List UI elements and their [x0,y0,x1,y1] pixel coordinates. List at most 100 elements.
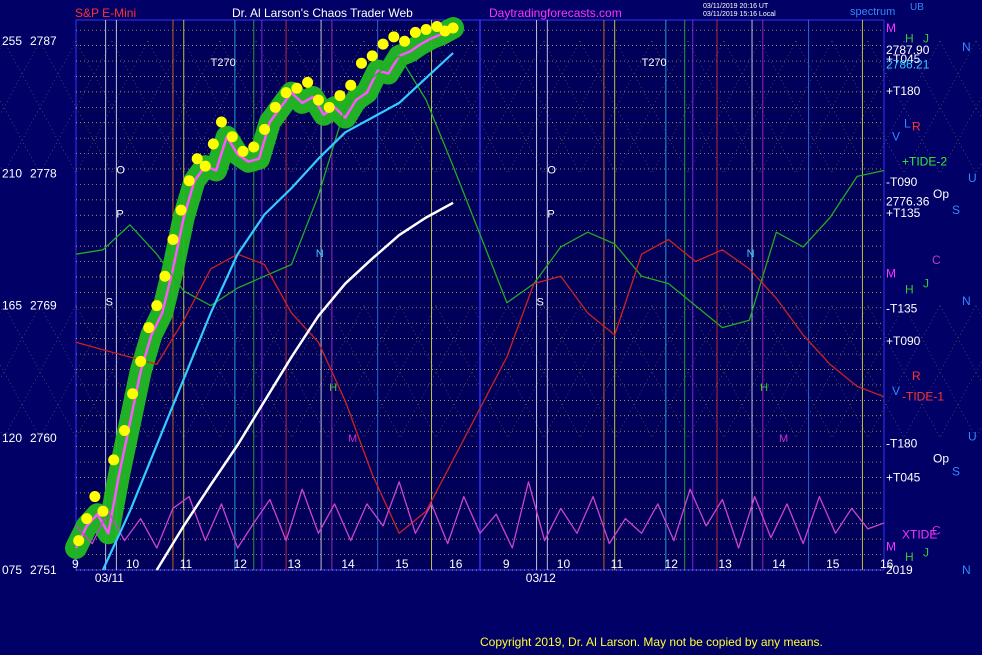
price-dot [334,90,346,102]
x-tick-hour: 14 [341,557,355,571]
grid-diagonal [0,41,5,50]
price-dot [312,94,324,106]
right-label: S [952,465,960,479]
price-dot [291,82,303,94]
chart-title: Dr. Al Larson's Chaos Trader Web [232,6,413,20]
price-dot [377,38,389,50]
chart-marker: S [537,297,544,309]
x-tick-hour: 10 [126,557,140,571]
right-label: +T045 [886,470,921,484]
chart-marker: O [116,164,125,176]
brand-corner: UB [910,2,924,13]
right-label: N [962,563,971,577]
price-dot [248,141,260,153]
right-label: Op [933,187,949,201]
x-day-label: 03/11 [95,571,124,585]
price-dot [183,175,195,187]
x-tick-hour: 10 [557,557,571,571]
chart-marker: P [116,208,123,220]
chart-window: 255 2787 210 2778 165 2769 120 2760 075 2751 9 10 11… [0,0,982,650]
price-dot [89,491,101,503]
right-label: -TIDE-1 [902,390,944,404]
right-label: -T135 [886,302,918,316]
price-dot [388,31,400,43]
right-label: J [923,277,929,291]
right-label: +TIDE-2 [902,155,947,169]
x-tick-hour: 15 [826,557,840,571]
price-dot [345,79,357,91]
right-label: L [904,116,911,130]
price-dot [226,131,238,143]
timestamp-local: 03/11/2019 15:16 Local [703,11,776,18]
price-dot [108,454,120,466]
price-dot [215,116,227,128]
right-label: Op [933,451,949,465]
grid-diagonal [939,305,982,384]
price-dot [127,388,139,400]
price-dot [167,234,179,246]
price-dot [259,123,271,135]
right-label: -T180 [886,437,918,451]
website-link[interactable]: Daytradingforecasts.com [489,6,622,20]
right-label: N [962,294,971,308]
right-label: +T135 [886,206,921,220]
price-dot [97,505,109,517]
grid-diagonal [0,305,5,314]
price-dot [237,145,249,157]
x-tick-hour: 12 [234,557,248,571]
grid-diagonal [939,95,982,174]
chart-marker: T270 [211,57,236,69]
chaos-trader-chart: 255 2787 210 2778 165 2769 120 2760 075 2751 9 10 11… [0,2,982,649]
price-dot [409,26,421,38]
x-tick-hour: 9 [72,557,79,571]
x-tick-hour: 13 [287,557,301,571]
price-dot [199,160,211,172]
price-dot [135,355,147,367]
price-dot [280,87,292,99]
right-label: V [892,130,900,144]
price-dot [73,535,85,547]
price-dot [143,322,155,334]
x-day-label: 03/12 [526,571,556,585]
chart-marker: N [747,248,755,260]
y-tick-price: 2769 [30,299,57,313]
x-tick-hour: 9 [503,557,510,571]
right-label: R [912,369,921,383]
y-tick-price: 2760 [30,431,57,445]
x-tick-hour: 14 [772,557,786,571]
price-dot [118,424,130,436]
right-label: C [932,253,941,267]
grid-diagonal [975,41,982,53]
grid-diagonal [0,429,5,438]
timestamp-ut: 03/11/2019 20:16 UT [703,3,769,10]
grid-diagonal [0,99,41,174]
grid-diagonal [975,426,982,438]
right-label: H [905,282,914,296]
price-dot [302,76,314,88]
y-tick-price: 2787 [30,34,57,48]
right-label: +T180 [886,84,921,98]
y-tick-price: 2778 [30,166,57,180]
price-dot [81,513,93,525]
grid-diagonal [0,41,41,116]
chart-marker: S [106,297,113,309]
grid-diagonal [0,363,41,438]
chart-marker: P [547,208,554,220]
right-label: 2019 [886,563,913,577]
right-label: M [886,266,896,280]
price-dot [399,35,411,47]
right-label: 2786.21 [886,58,930,72]
chart-marker: T270 [642,57,667,69]
price-dot [366,50,378,62]
grid-diagonal [939,41,982,119]
grid-diagonal [0,165,5,174]
right-label: M [886,21,896,35]
price-dot [355,57,367,69]
chart-marker: M [348,433,357,445]
x-tick-hour: 15 [395,557,409,571]
right-label: R [912,119,921,133]
right-label: V [892,384,900,398]
right-label: J [923,545,929,559]
y-tick-degree: 120 [2,431,22,445]
chart-marker: H [760,382,768,394]
